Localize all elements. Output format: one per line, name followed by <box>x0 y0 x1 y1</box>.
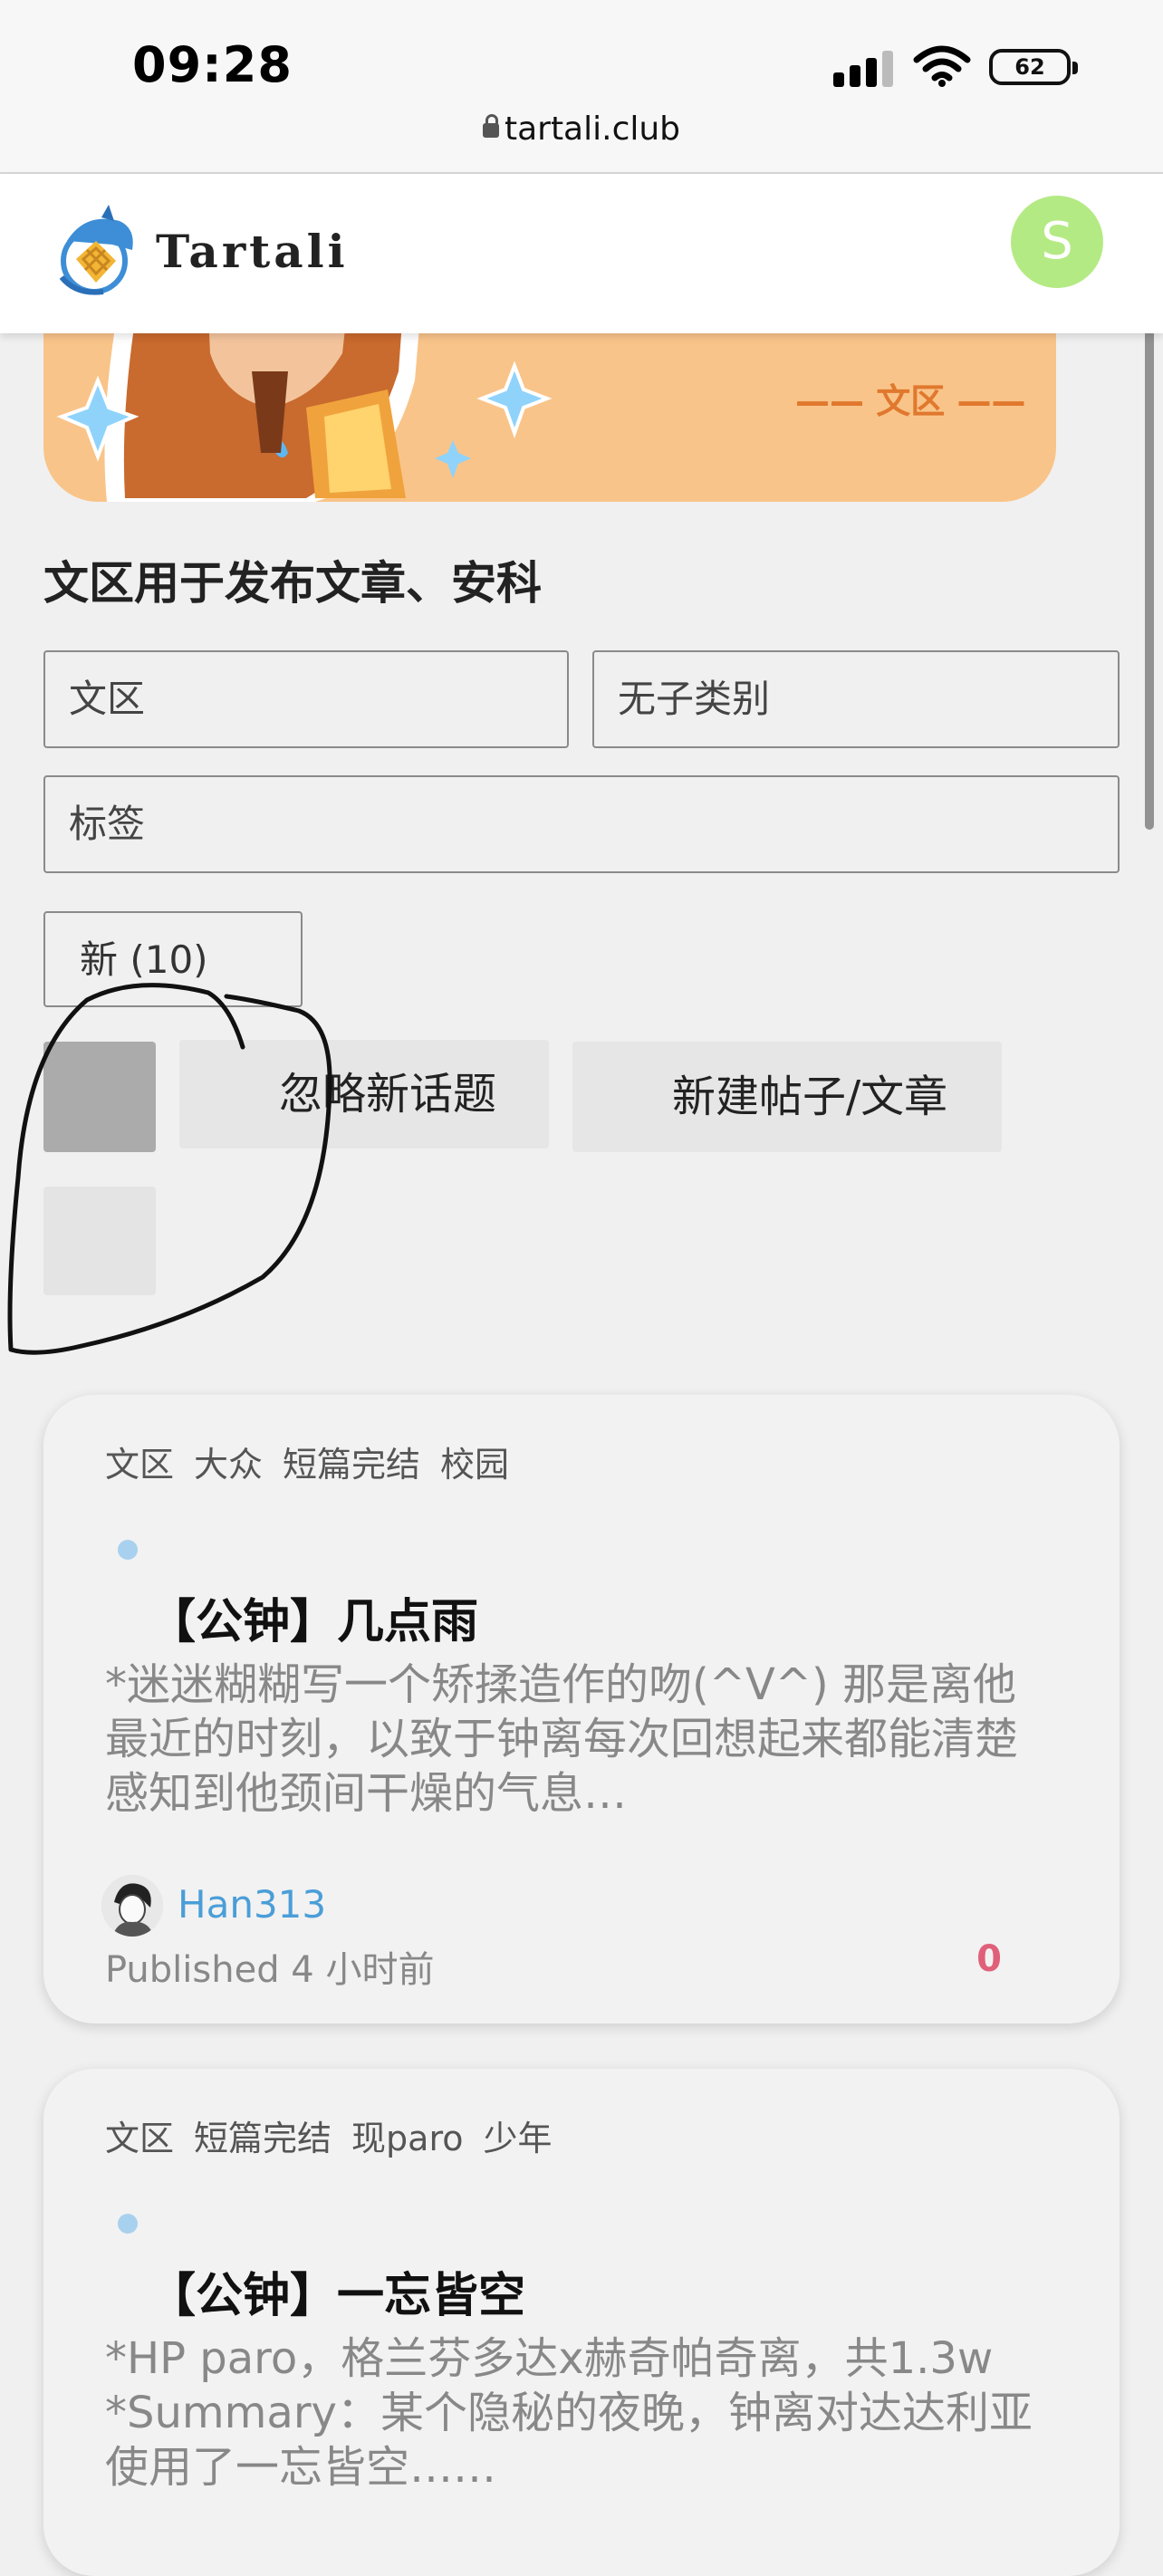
post-tags: 文区 大众 短篇完结 校园 <box>105 1437 529 1486</box>
tag[interactable]: 大众 <box>194 1445 263 1485</box>
tartali-logo-icon[interactable] <box>49 205 149 304</box>
tag[interactable]: 文区 <box>105 2119 174 2158</box>
url-text: tartali.club <box>504 111 681 148</box>
battery-icon: 62 <box>989 49 1078 85</box>
tag[interactable]: 文区 <box>105 1445 174 1485</box>
tag[interactable]: 短篇完结 <box>194 2119 332 2158</box>
placeholder-button-dark[interactable] <box>43 1042 156 1152</box>
category-description: 文区用于发布文章、安科 <box>43 557 542 610</box>
tag[interactable]: 现paro <box>351 2119 463 2158</box>
post-excerpt[interactable]: *HP paro，格兰芬多达x赫奇帕奇离，共1.3w *Summary：某个隐秘… <box>105 2331 1047 2494</box>
reply-count: 0 <box>976 1938 1002 1980</box>
tag[interactable]: 少年 <box>483 2119 552 2158</box>
post-title[interactable]: 【公钟】一忘皆空 <box>149 2257 525 2325</box>
unread-dot <box>118 2214 138 2234</box>
sort-new-filter[interactable]: 新 (10) <box>43 911 303 1007</box>
post-title[interactable]: 【公钟】几点雨 <box>149 1583 478 1651</box>
post-excerpt[interactable]: *迷迷糊糊写一个矫揉造作的吻(^V^) 那是离他最近的时刻，以致于钟离每次回想起… <box>105 1658 1047 1821</box>
post-tags: 文区 短篇完结 现paro 少年 <box>105 2110 572 2160</box>
page-scrollbar[interactable] <box>1145 330 1154 830</box>
subcategory-dropdown[interactable]: 无子类别 <box>592 650 1120 748</box>
status-time: 09:28 <box>132 36 293 93</box>
tag[interactable]: 短篇完结 <box>283 1445 420 1485</box>
tags-input[interactable]: 标签 <box>43 775 1120 873</box>
user-avatar[interactable]: S <box>1011 196 1103 288</box>
post-card[interactable]: 文区 短篇完结 现paro 少年 【公钟】一忘皆空 *HP paro，格兰芬多达x赫奇… <box>43 2069 1120 2576</box>
post-card[interactable]: 文区 大众 短篇完结 校园 【公钟】几点雨 *迷迷糊糊写一个矫揉造作的吻(^V^) 那… <box>43 1395 1120 2023</box>
published-time: Published 4 小时前 <box>105 1949 435 1991</box>
dismiss-new-topics-button[interactable]: 忽略新话题 <box>179 1040 549 1149</box>
site-header: Tartali S <box>0 174 1163 333</box>
banner-subtitle: —— 文区 —— <box>795 381 1026 421</box>
cellular-signal-icon <box>833 47 897 87</box>
placeholder-button-light[interactable] <box>43 1187 156 1295</box>
site-name[interactable]: Tartali <box>156 225 349 278</box>
unread-dot <box>118 1540 138 1560</box>
new-post-button[interactable]: 新建帖子/文章 <box>572 1042 1002 1152</box>
address-bar[interactable]: tartali.club <box>0 111 1163 148</box>
author-name[interactable]: Han313 <box>178 1882 326 1927</box>
category-dropdown[interactable]: 文区 <box>43 650 569 748</box>
author-avatar[interactable] <box>101 1875 163 1937</box>
tag[interactable]: 校园 <box>440 1445 509 1485</box>
wifi-icon <box>913 45 971 87</box>
status-bar: 09:28 62 tartali.club <box>0 0 1163 174</box>
lock-icon <box>482 114 499 138</box>
